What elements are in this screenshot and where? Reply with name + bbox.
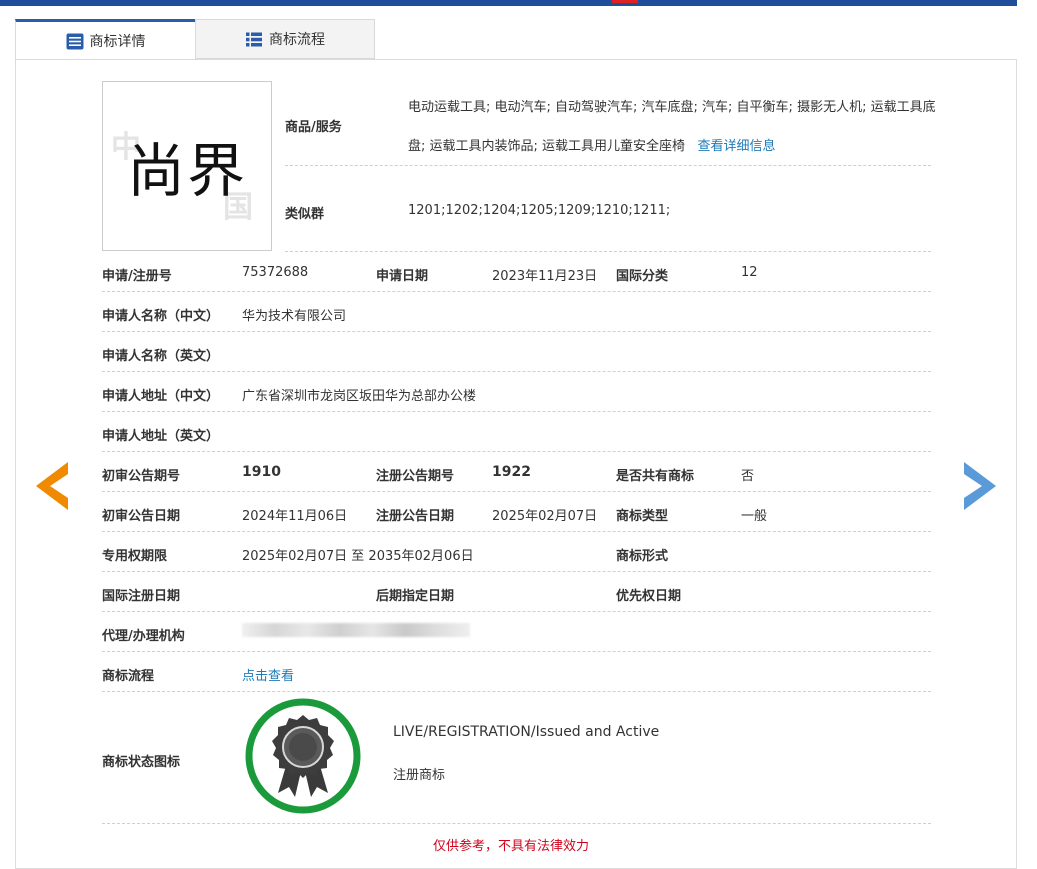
divider (102, 491, 931, 492)
reg-pub-no-value: 1922 (492, 464, 531, 480)
status-en: LIVE/REGISTRATION/Issued and Active (393, 724, 660, 740)
shared-value: 否 (741, 469, 755, 484)
applicant-cn-label: 申请人名称（中文） (102, 309, 220, 324)
applicant-cn-value: 华为技术有限公司 (242, 309, 347, 324)
address-cn-label: 申请人地址（中文） (102, 389, 220, 404)
goods-text: 电动运载工具; 电动汽车; 自动驾驶汽车; 汽车底盘; 汽车; 自平衡车; 摄影… (408, 100, 936, 154)
trademark-mark-text: 尚界 (126, 137, 247, 205)
divider (102, 531, 931, 532)
reg-pub-date-label: 注册公告日期 (376, 509, 455, 524)
detail-panel: 中 国 尚界 商品/服务 电动运载工具; 电动汽车; 自动驾驶汽车; 汽车底盘;… (15, 59, 1017, 869)
priority-label: 优先权日期 (616, 589, 682, 604)
tab-label: 商标详情 (89, 34, 146, 50)
tab-trademark-detail[interactable]: 商标详情 (15, 19, 196, 60)
list-bullets-icon (246, 32, 262, 46)
divider (102, 611, 931, 612)
goods-value: 电动运载工具; 电动汽车; 自动驾驶汽车; 汽车底盘; 汽车; 自平衡车; 摄影… (408, 88, 938, 166)
similar-group-value: 1201;1202;1204;1205;1209;1210;1211; (408, 203, 671, 218)
applicant-en-label: 申请人名称（英文） (102, 349, 220, 364)
process-label: 商标流程 (102, 669, 155, 684)
divider (102, 371, 931, 372)
divider (102, 571, 931, 572)
prelim-date-value: 2024年11月06日 (242, 509, 348, 524)
divider (285, 251, 931, 252)
reg-no-label: 申请/注册号 (102, 269, 172, 284)
reg-pub-no-label: 注册公告期号 (376, 469, 455, 484)
divider (102, 451, 931, 452)
mark-type-label: 商标类型 (616, 509, 669, 524)
similar-group-label: 类似群 (285, 207, 325, 222)
goods-label: 商品/服务 (285, 120, 342, 135)
prelim-date-label: 初审公告日期 (102, 509, 181, 524)
app-date-value: 2023年11月23日 (492, 269, 598, 284)
top-bar-highlight (612, 0, 638, 3)
shared-label: 是否共有商标 (616, 469, 695, 484)
intl-class-value: 12 (741, 265, 758, 280)
intl-reg-label: 国际注册日期 (102, 589, 181, 604)
intl-class-label: 国际分类 (616, 269, 669, 284)
view-detail-link[interactable]: 查看详细信息 (697, 139, 775, 154)
divider (285, 165, 931, 166)
mark-form-label: 商标形式 (616, 549, 669, 564)
divider (102, 823, 931, 824)
agent-label: 代理/办理机构 (102, 629, 185, 644)
chevron-left-icon[interactable] (34, 460, 70, 512)
prelim-no-label: 初审公告期号 (102, 469, 181, 484)
tab-trademark-process[interactable]: 商标流程 (195, 19, 375, 59)
address-en-label: 申请人地址（英文） (102, 429, 220, 444)
status-icon-label: 商标状态图标 (102, 755, 181, 770)
prelim-no-value: 1910 (242, 464, 281, 480)
process-view-link[interactable]: 点击查看 (242, 665, 294, 684)
divider (102, 651, 931, 652)
trademark-image: 中 国 尚界 (102, 81, 272, 251)
exclusive-label: 专用权期限 (102, 549, 168, 564)
list-doc-icon (66, 33, 83, 49)
status-cn: 注册商标 (393, 768, 446, 783)
reg-no-value: 75372688 (242, 265, 309, 280)
divider (102, 291, 931, 292)
exclusive-value: 2025年02月07日 至 2035年02月06日 (242, 549, 474, 564)
chevron-right-icon[interactable] (962, 460, 998, 512)
divider (102, 691, 931, 692)
reg-pub-date-value: 2025年02月07日 (492, 509, 598, 524)
mark-type-value: 一般 (741, 509, 768, 524)
later-label: 后期指定日期 (376, 589, 455, 604)
registered-ribbon-icon (245, 698, 361, 814)
address-cn-value: 广东省深圳市龙岗区坂田华为总部办公楼 (242, 389, 477, 404)
disclaimer-text: 仅供参考，不具有法律效力 (433, 839, 590, 854)
tab-label: 商标流程 (269, 32, 325, 48)
divider (102, 331, 931, 332)
app-date-label: 申请日期 (376, 269, 429, 284)
agent-value-redacted (242, 623, 470, 637)
top-bar (0, 0, 1017, 6)
divider (102, 411, 931, 412)
